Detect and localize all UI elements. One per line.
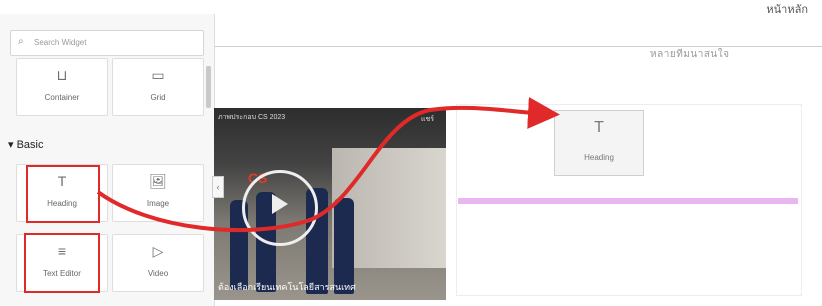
drag-arrow-path: [96, 96, 560, 233]
drag-arrow: [96, 96, 560, 233]
